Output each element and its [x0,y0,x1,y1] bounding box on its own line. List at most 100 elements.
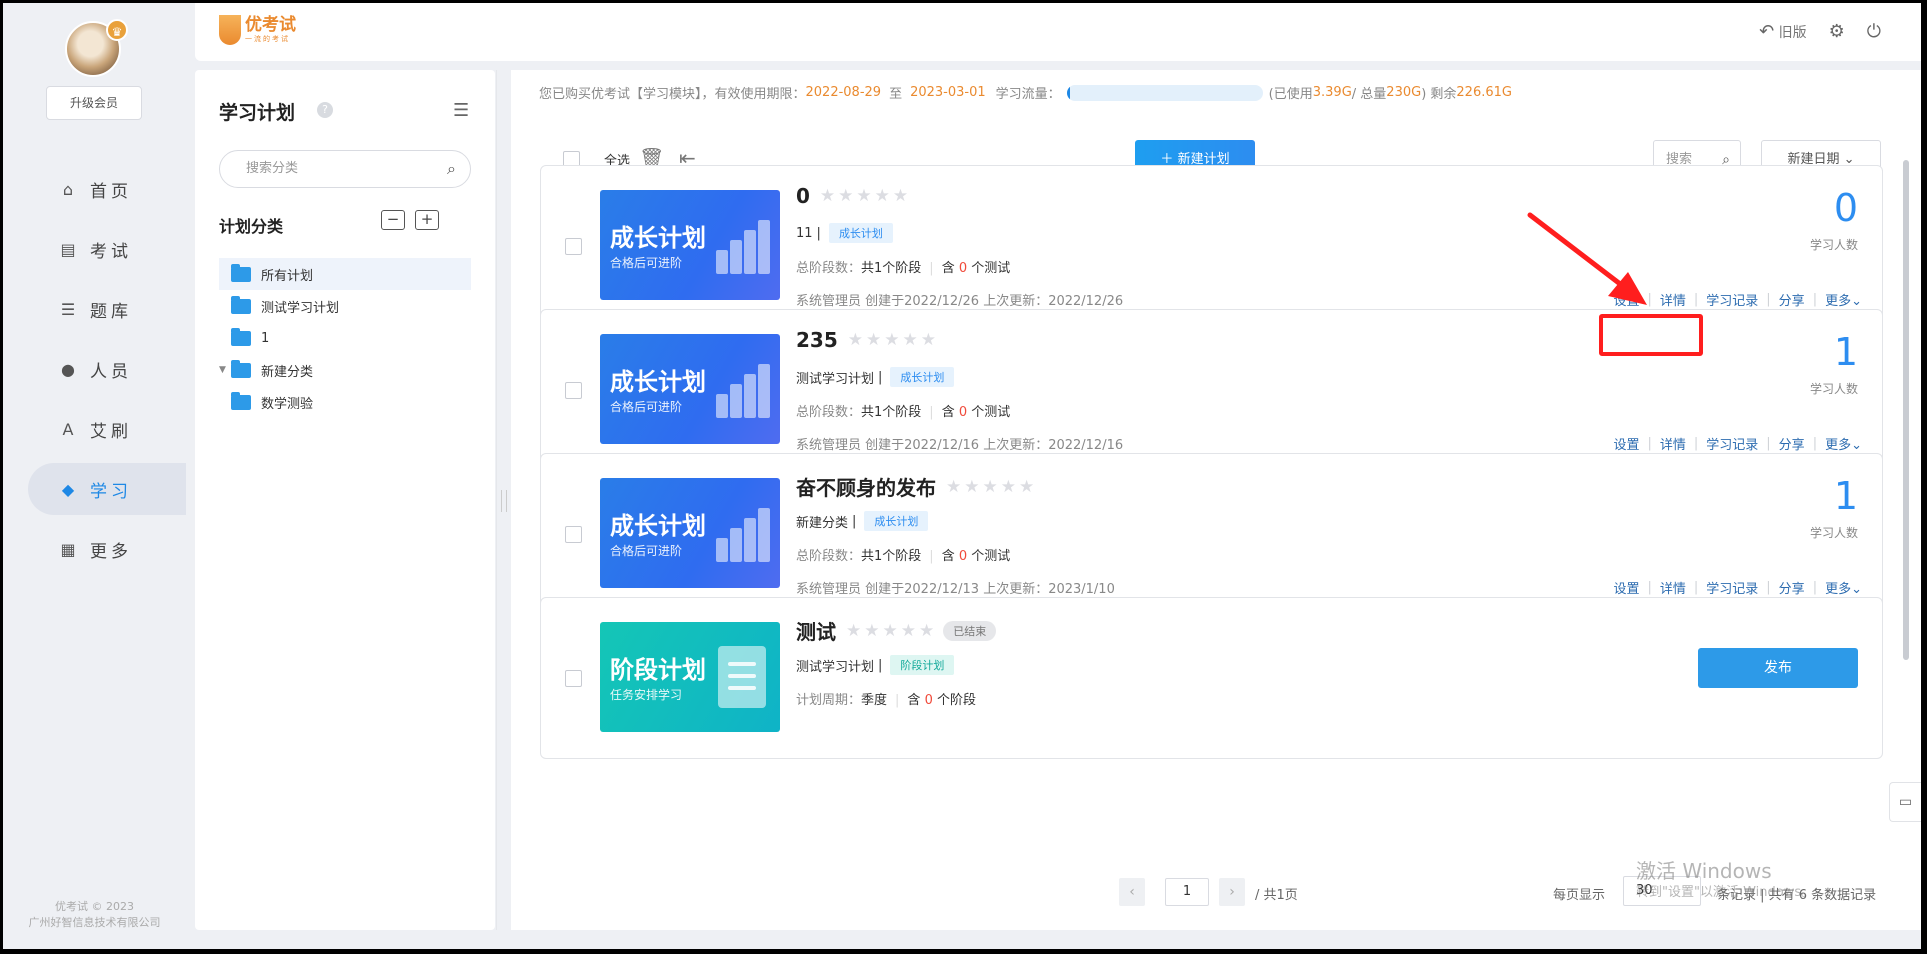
contains-suffix: 个测试 [971,549,1011,564]
share-link[interactable]: 分享 [1779,434,1805,453]
plan-title-row: 测试 ★★★★★ 已结束 [796,616,997,645]
settings-link[interactable]: 设置 [1613,290,1639,309]
notice-prefix: 您已购买优考试【学习模块】，有效使用期限： [539,87,806,102]
notice-used: 3.39G [1312,85,1352,100]
contains-suffix: 个测试 [971,261,1011,276]
plan-thumbnail[interactable]: 成长计划 合格后可进阶 [600,334,780,444]
category-tree-item[interactable]: 1 [219,322,471,354]
plan-checkbox[interactable] [565,670,582,687]
feedback-chat-icon[interactable]: ▭ [1889,782,1921,822]
learning-records-link[interactable]: 学习记录 [1706,578,1758,597]
stage-label: 总阶段数： [796,261,862,276]
power-icon[interactable]: ⏻ [1867,21,1881,42]
prev-page-button[interactable]: ‹ [1119,878,1145,906]
share-link[interactable]: 分享 [1779,578,1805,597]
nav-footer: 优考试 © 2023 广州好智信息技术有限公司 [3,899,186,931]
plan-title[interactable]: 奋不顾身的发布 [796,472,936,501]
plan-title[interactable]: 0 [796,184,810,208]
nav-item[interactable]: A 艾刷 [28,403,186,455]
contains-suffix: 个测试 [971,405,1011,420]
plan-stage-info: 总阶段数：共1个阶段 | 含 0 个测试 [796,261,1011,276]
thumb-title: 成长计划 [610,512,706,540]
plan-title[interactable]: 测试 [796,616,836,645]
chevron-down-icon: ⌄ [1851,438,1862,453]
search-icon[interactable]: ⌕ [447,151,456,187]
more-dropdown[interactable]: 更多⌄ [1825,290,1862,309]
plan-thumbnail[interactable]: 阶段计划 任务安排学习 [600,622,780,732]
add-category-folder-icon[interactable]: + [415,210,439,230]
more-dropdown[interactable]: 更多⌄ [1825,578,1862,597]
plan-card[interactable]: 成长计划 合格后可进阶 奋不顾身的发布 ★★★★★ 新建分类 | 成长计划 总阶段… [540,453,1883,615]
folder-icon [231,327,251,346]
plan-type-tag: 阶段计划 [890,655,955,675]
plan-thumbnail[interactable]: 成长计划 合格后可进阶 [600,478,780,588]
share-link[interactable]: 分享 [1779,290,1805,309]
logo-mark-icon [219,15,241,45]
category-tree-item[interactable]: 测试学习计划 [219,290,471,322]
notice-total-label: / 总量 [1351,87,1387,102]
learning-records-link[interactable]: 学习记录 [1706,290,1758,309]
nav-item[interactable]: ☰ 题库 [28,283,186,335]
settings-link[interactable]: 设置 [1613,434,1639,453]
home-icon: ⌂ [62,179,74,199]
plan-thumbnail[interactable]: 成长计划 合格后可进阶 [600,190,780,300]
learning-records-link[interactable]: 学习记录 [1706,434,1758,453]
details-link[interactable]: 详情 [1660,578,1686,597]
page-number-input[interactable]: 1 [1165,878,1209,906]
settings-link[interactable]: 设置 [1613,578,1639,597]
chevron-down-icon: ⌄ [1851,582,1862,597]
plan-stage-info: 总阶段数：共1个阶段 | 含 0 个测试 [796,549,1011,564]
annotation-highlight-box [1599,314,1703,356]
contains-prefix: 含 [941,405,955,420]
resize-handle[interactable] [501,490,507,512]
more-label: 更多 [1825,582,1852,597]
help-icon[interactable]: ? [317,102,333,118]
user-icon: ● [61,359,75,379]
plan-title[interactable]: 235 [796,328,838,352]
nav-item[interactable]: ▦ 更多 [28,523,186,575]
plan-card[interactable]: 成长计划 合格后可进阶 0 ★★★★★ 11 | 成长计划 总阶段数：共1个阶段 |… [540,165,1883,327]
notice-total: 230G [1386,85,1422,100]
upgrade-member-button[interactable]: 升级会员 [46,86,142,120]
plan-checkbox[interactable] [565,526,582,543]
collapse-all-folder-icon[interactable]: − [381,210,405,230]
details-link[interactable]: 详情 [1660,290,1686,309]
plan-category-row: 11 | 成长计划 [796,223,893,243]
category-search-input[interactable]: 搜索分类 ⌕ [219,150,471,188]
category-label: 1 [261,330,270,346]
old-version-link[interactable]: ↶ 旧版 [1759,21,1807,42]
panel-divider [496,70,497,930]
panel-title: 学习计划 [219,102,296,124]
category-tree-item[interactable]: 数学测验 [219,386,471,418]
rating-stars-icon: ★★★★★ [847,330,939,350]
stage-value: 季度 [861,693,888,708]
nav-item[interactable]: ● 人员 [28,343,186,395]
collapse-panel-icon[interactable]: ☰ [453,100,469,121]
more-grid-icon: ▦ [60,539,76,559]
notice-end-date: 2023-03-01 [910,85,986,100]
nav-item[interactable]: ⌂ 首页 [28,163,186,215]
plan-category: 测试学习计划 [796,659,875,675]
notice-used-label: (已使用 [1268,87,1313,102]
category-section-title: 计划分类 [219,217,284,236]
app-window: ♛ 升级会员 ⌂ 首页 ▤ 考试 ☰ 题库 ● 人员 A 艾刷 ◆ 学习 ▦ 更多 优考试 © 2023 … [3,3,1921,949]
details-link[interactable]: 详情 [1660,434,1686,453]
plan-checkbox[interactable] [565,238,582,255]
caret-down-icon[interactable]: ▼ [219,365,231,375]
stage-label: 总阶段数： [796,405,862,420]
next-page-button[interactable]: › [1219,878,1245,906]
settings-gear-icon[interactable]: ⚙ [1829,21,1845,42]
publish-button[interactable]: 发布 [1698,648,1858,688]
category-tree-item[interactable]: ▼ 新建分类 [219,354,471,386]
more-label: 更多 [1825,294,1852,309]
more-dropdown[interactable]: 更多⌄ [1825,434,1862,453]
plan-checkbox[interactable] [565,382,582,399]
logo[interactable]: 优考试 一流的考试 [219,15,296,45]
nav-item[interactable]: ◆ 学习 [28,463,186,515]
category-tree-item[interactable]: 所有计划 [219,258,471,290]
notice-start-date: 2022-08-29 [805,85,882,100]
notice-flow-label: 学习流量： [995,87,1061,102]
nav-item[interactable]: ▤ 考试 [28,223,186,275]
plan-card[interactable]: 阶段计划 任务安排学习 测试 ★★★★★ 已结束 测试学习计划 | 阶段计划 计划… [540,597,1883,759]
vertical-scrollbar[interactable] [1903,160,1909,660]
